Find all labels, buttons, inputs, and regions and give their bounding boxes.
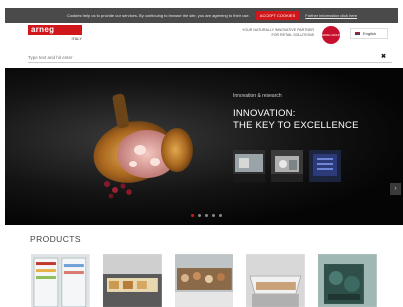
slider-dot[interactable] xyxy=(191,214,194,217)
cookie-banner: Cookies help us to provide our services.… xyxy=(5,8,398,23)
slider-dots xyxy=(191,214,222,217)
arneg-logo[interactable]: arneg ITALY xyxy=(28,25,82,42)
product-card[interactable] xyxy=(31,254,90,307)
slider-dot[interactable] xyxy=(198,214,201,217)
product-card[interactable] xyxy=(246,254,306,307)
next-slide-button[interactable]: › xyxy=(390,183,401,195)
slider-dot[interactable] xyxy=(219,214,222,217)
header-tagline: YOUR NATURALLY INNOVATIVE PARTNER FOR RE… xyxy=(222,28,314,38)
hero-slider: Innovation & research INNOVATION: THE KE… xyxy=(5,68,403,225)
hero-title-line-2: THE KEY TO EXCELLENCE xyxy=(233,120,359,131)
language-label: English xyxy=(363,31,377,36)
site-header: arneg ITALY YOUR NATURALLY INNOVATIVE PA… xyxy=(0,23,403,47)
product-card[interactable] xyxy=(318,254,377,307)
page: Cookies help us to provide our services.… xyxy=(0,0,403,307)
ham-photo xyxy=(93,93,193,199)
product-card[interactable] xyxy=(102,254,162,307)
language-selector[interactable]: English xyxy=(350,28,388,39)
products-heading: PRODUCTS xyxy=(30,234,81,244)
product-list xyxy=(31,254,377,307)
slider-dot[interactable] xyxy=(205,214,208,217)
logo-subtitle: ITALY xyxy=(71,36,82,41)
cookie-text: Cookies help us to provide our services.… xyxy=(67,13,250,18)
logo-wordmark: arneg xyxy=(28,25,82,35)
hero-thumbnail[interactable] xyxy=(309,150,341,182)
hero-thumbnail[interactable] xyxy=(271,150,303,182)
close-icon[interactable]: ✖ xyxy=(381,53,386,60)
hero-thumbnails xyxy=(233,150,341,182)
hero-kicker: Innovation & research xyxy=(233,93,282,99)
tagline-line-2: FOR RETAIL SOLUTIONS xyxy=(271,33,314,37)
group-badge[interactable]: ARNEG GROUP xyxy=(322,26,340,44)
hero-thumbnail[interactable] xyxy=(233,150,265,182)
hero-title: INNOVATION: THE KEY TO EXCELLENCE xyxy=(233,108,359,132)
cookie-info-link[interactable]: Further information click here xyxy=(305,13,357,18)
search-bar: ✖ xyxy=(28,51,392,63)
flag-icon xyxy=(355,31,360,36)
product-card[interactable] xyxy=(174,254,234,307)
accept-cookies-button[interactable]: ACCEPT COOKIES xyxy=(255,11,300,20)
hero-title-line-1: INNOVATION: xyxy=(233,108,296,119)
search-input[interactable] xyxy=(28,51,358,63)
slider-dot[interactable] xyxy=(212,214,215,217)
